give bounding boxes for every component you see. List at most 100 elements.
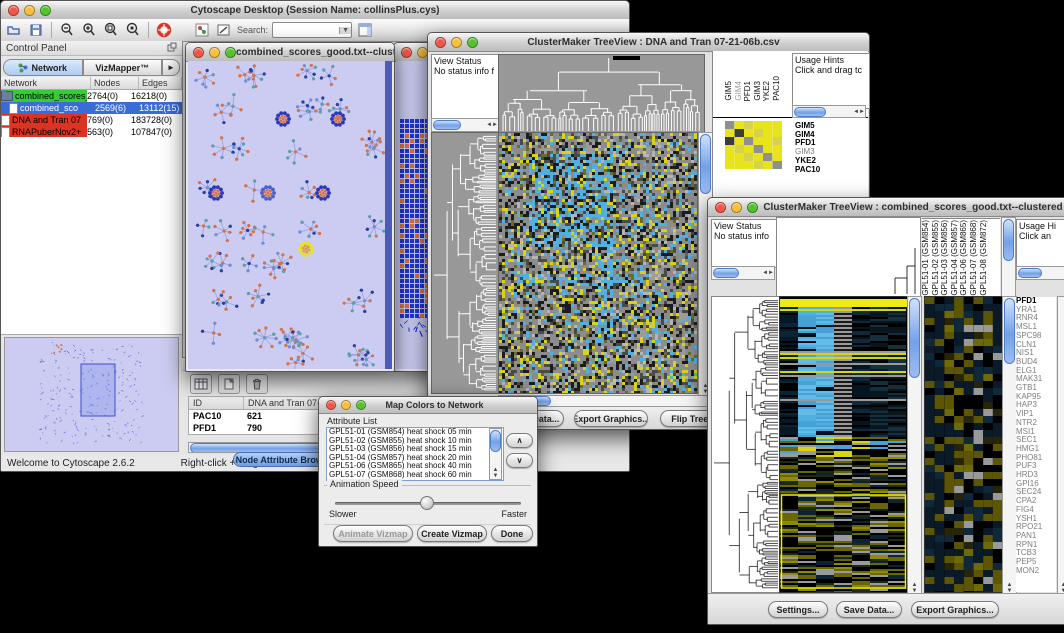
gene-label[interactable]: PFD1: [744, 81, 753, 101]
view-status-scrollbar[interactable]: ◄ ►: [431, 118, 499, 132]
heatmap-vscrollbar[interactable]: ▲ ▼: [907, 296, 922, 595]
zoom-button[interactable]: [747, 202, 758, 213]
open-file-icon[interactable]: [5, 21, 23, 39]
zoom-button[interactable]: [356, 400, 366, 410]
network-tree-area[interactable]: [1, 137, 182, 335]
panel-toggle-icon[interactable]: [356, 21, 374, 39]
zoom-button[interactable]: [40, 5, 51, 16]
export-graphics-button[interactable]: Export Graphics...: [911, 601, 999, 618]
close-button[interactable]: [193, 47, 204, 58]
network-overview-panel[interactable]: [4, 337, 179, 452]
dialog-titlebar[interactable]: Map Colors to Network: [319, 397, 537, 414]
minimize-button[interactable]: [209, 47, 220, 58]
move-down-button[interactable]: ∨: [506, 453, 533, 468]
view-status-scrollbar[interactable]: ◄ ►: [711, 266, 775, 280]
annotation-icon[interactable]: [215, 21, 233, 39]
save-icon[interactable]: [27, 21, 45, 39]
slider-thumb[interactable]: [420, 496, 434, 510]
column-label[interactable]: GPL51-03 (GSM856): [941, 220, 950, 296]
search-dropdown-icon[interactable]: ▼: [339, 27, 351, 34]
global-heatmap-canvas[interactable]: [498, 132, 698, 394]
zoom-heatmap-canvas[interactable]: [725, 121, 782, 169]
scroll-down-icon[interactable]: ▼: [493, 473, 499, 479]
minimize-button[interactable]: [451, 37, 462, 48]
zoom-vscrollbar[interactable]: ▲ ▼: [1002, 296, 1017, 595]
gene-dendrogram-canvas[interactable]: [711, 296, 781, 593]
scrollbar-thumb[interactable]: [700, 134, 711, 194]
column-label[interactable]: GPL51-07 (GSM868): [970, 220, 979, 296]
minimize-button[interactable]: [731, 202, 742, 213]
gene-label[interactable]: YKE2: [763, 81, 772, 101]
zoom-fit-icon[interactable]: [124, 21, 142, 39]
zoom-selected-icon[interactable]: [102, 21, 120, 39]
column-labels-scrollbar[interactable]: [1001, 217, 1016, 298]
gene-dendrogram-canvas[interactable]: [431, 132, 499, 394]
move-up-button[interactable]: ∧: [506, 433, 533, 448]
settings-button[interactable]: Settings...: [768, 601, 828, 618]
scroll-right-icon[interactable]: ►: [768, 270, 774, 276]
help-icon[interactable]: [155, 21, 173, 39]
gene-label[interactable]: GIM5: [725, 81, 734, 101]
column-dendrogram-canvas[interactable]: [776, 217, 921, 297]
float-panel-icon[interactable]: [167, 42, 177, 55]
gene-label[interactable]: GIM4: [735, 81, 744, 101]
close-button[interactable]: [8, 5, 19, 16]
create-vizmap-button[interactable]: Create Vizmap: [417, 525, 487, 542]
done-button[interactable]: Done: [491, 525, 533, 542]
column-label[interactable]: GPL51-06 (GSM865): [960, 220, 969, 296]
global-heatmap-canvas[interactable]: [779, 296, 908, 593]
tab-network[interactable]: Network: [3, 59, 83, 76]
export-graphics-button[interactable]: Export Graphics...: [574, 410, 648, 427]
column-dendrogram-canvas[interactable]: [498, 54, 705, 134]
node-attributes-icon[interactable]: [193, 21, 211, 39]
scroll-right-icon[interactable]: ►: [859, 109, 865, 115]
usage-hints-scrollbar[interactable]: [1016, 266, 1064, 280]
treeview2-titlebar[interactable]: ClusterMaker TreeView : combined_scores_…: [708, 198, 1064, 217]
gene-label[interactable]: MON2: [1016, 567, 1056, 576]
network-row[interactable]: DNA and Tran 07769(0)183728(0): [1, 114, 182, 126]
network-table-header[interactable]: Network Nodes Edges: [1, 77, 182, 90]
gene-label[interactable]: PAC10: [795, 166, 839, 175]
scrollbar-thumb[interactable]: [490, 430, 501, 452]
scrollbar-thumb[interactable]: [713, 268, 739, 278]
attribute-list-scrollbar[interactable]: ▲ ▼: [489, 428, 502, 480]
delete-attribute-icon[interactable]: [246, 374, 268, 394]
attribute-list[interactable]: GPL51-01 (GSM854) heat shock 05 minGPL51…: [326, 427, 504, 481]
scrollbar-thumb[interactable]: [909, 298, 920, 378]
scrollbar-thumb[interactable]: [794, 107, 826, 117]
scrollbar-thumb[interactable]: [433, 120, 461, 130]
network-view[interactable]: [188, 61, 392, 369]
minimize-button[interactable]: [341, 400, 351, 410]
close-button[interactable]: [401, 47, 412, 58]
scrollbar-thumb[interactable]: [1018, 268, 1042, 278]
save-data-button[interactable]: Save Data...: [836, 601, 902, 618]
network-canvas[interactable]: [188, 61, 392, 369]
close-button[interactable]: [435, 37, 446, 48]
column-label[interactable]: GPL51-08 (GSM872): [980, 220, 989, 296]
tab-vizmapper[interactable]: VizMapper™: [83, 59, 163, 76]
zoom-heatmap-canvas[interactable]: [924, 296, 1003, 593]
zoom-button[interactable]: [225, 47, 236, 58]
network-window-titlebar[interactable]: combined_scores_good.txt--cluste...: [186, 43, 394, 62]
zoom-out-icon[interactable]: [58, 21, 76, 39]
column-label[interactable]: GPL51-02 (GSM855): [932, 220, 941, 296]
close-button[interactable]: [715, 202, 726, 213]
close-button[interactable]: [326, 400, 336, 410]
search-input[interactable]: ▼: [272, 22, 352, 38]
minimize-button[interactable]: [24, 5, 35, 16]
tab-overflow-arrow-icon[interactable]: ►: [162, 59, 180, 76]
column-label[interactable]: GPL51-01 (GSM854): [922, 220, 931, 296]
scrollbar-thumb[interactable]: [1003, 219, 1014, 261]
scrollbar-thumb[interactable]: [1004, 298, 1015, 364]
gene-label[interactable]: PAC10: [773, 76, 782, 101]
animate-vizmap-button[interactable]: Animate Vizmap: [333, 525, 413, 542]
attribute-select-icon[interactable]: [190, 374, 212, 394]
network-row[interactable]: combined_scores_2764(0)16218(0): [1, 90, 182, 102]
new-attribute-icon[interactable]: [218, 374, 240, 394]
treeview1-titlebar[interactable]: ClusterMaker TreeView : DNA and Tran 07-…: [428, 33, 869, 52]
usage-hints-scrollbar[interactable]: ◄ ►: [792, 105, 866, 118]
zoom-in-icon[interactable]: [80, 21, 98, 39]
zoom-button[interactable]: [467, 37, 478, 48]
main-titlebar[interactable]: Cytoscape Desktop (Session Name: collins…: [1, 1, 629, 20]
gene-labels-scrollbar[interactable]: ▲ ▼: [1057, 296, 1064, 595]
